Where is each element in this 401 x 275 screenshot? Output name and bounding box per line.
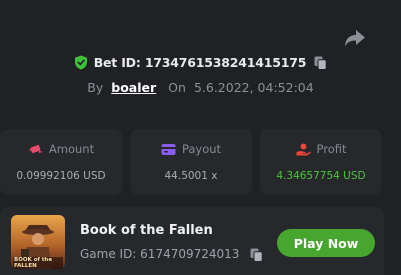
profit-label: Profit	[316, 142, 347, 156]
amount-card: Amount 0.09992106 USD	[0, 129, 122, 195]
share-icon[interactable]	[344, 28, 366, 48]
amount-label: Amount	[48, 142, 95, 156]
bet-id-row: Bet ID: 1734761538241415175	[0, 55, 401, 70]
payout-label: Payout	[181, 142, 222, 156]
bet-id-text: Bet ID: 1734761538241415175	[93, 55, 307, 70]
game-card: BOOK of the FALLEN Book of the Fallen Ga…	[0, 207, 384, 275]
copy-bet-id-icon[interactable]	[314, 56, 327, 70]
profit-card: Profit 4.34657754 USD	[260, 129, 382, 195]
game-title[interactable]: Book of the Fallen	[80, 223, 213, 238]
bet-date: 5.6.2022, 04:52:04	[193, 80, 314, 95]
game-thumbnail[interactable]: BOOK of the FALLEN	[11, 215, 65, 269]
profit-value: 4.34657754 USD	[276, 170, 366, 182]
money-wings-icon	[28, 144, 43, 153]
username-link[interactable]: boaler	[111, 80, 156, 95]
hand-coin-icon	[296, 143, 310, 155]
thumbnail-caption: BOOK of the FALLEN	[14, 257, 53, 269]
by-label: By	[87, 80, 104, 95]
card-icon	[161, 143, 176, 155]
payout-value: 44.5001 x	[164, 170, 218, 182]
bet-author-row: By boaler On 5.6.2022, 04:52:04	[0, 80, 401, 95]
play-now-button[interactable]: Play Now	[277, 229, 375, 257]
amount-value: 0.09992106 USD	[16, 170, 106, 182]
verified-shield-icon	[74, 55, 88, 70]
payout-card: Payout 44.5001 x	[130, 129, 252, 195]
game-id: Game ID: 6174709724013	[80, 247, 240, 261]
on-label: On	[168, 80, 186, 95]
copy-game-id-icon[interactable]	[250, 247, 263, 262]
bet-stats: Amount 0.09992106 USD Payout 44.5001 x P…	[0, 129, 401, 195]
